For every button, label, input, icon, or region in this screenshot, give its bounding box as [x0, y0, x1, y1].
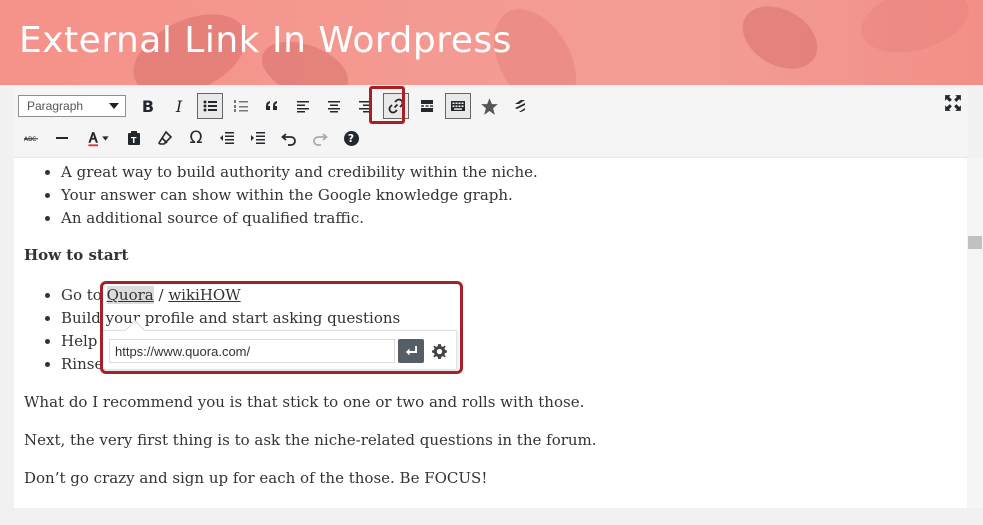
align-left-icon	[297, 101, 309, 113]
format-select[interactable]: Paragraph	[18, 95, 126, 117]
plugin-button[interactable]	[507, 93, 533, 119]
help-button[interactable]: ?	[338, 125, 364, 151]
bold-button[interactable]: B	[135, 93, 161, 119]
list-item: A great way to build authority and credi…	[61, 161, 538, 184]
blockquote-icon	[266, 101, 277, 110]
paragraph: What do I recommend you is that stick to…	[24, 393, 585, 411]
fullscreen-icon	[945, 95, 961, 111]
list-item: An additional source of qualified traffi…	[61, 207, 538, 230]
plugin-icon	[515, 100, 525, 112]
enter-icon	[406, 346, 417, 356]
strikethrough-button[interactable]: ABC	[18, 125, 44, 151]
svg-text:ABC: ABC	[24, 136, 36, 143]
numbered-list-button[interactable]	[228, 93, 254, 119]
banner: External Link In Wordpress	[0, 0, 983, 85]
indent-icon	[251, 132, 265, 144]
quora-link[interactable]: Quora	[106, 286, 154, 304]
link-options-button[interactable]	[429, 341, 449, 361]
outdent-icon	[220, 132, 234, 144]
align-center-button[interactable]	[321, 93, 347, 119]
align-right-icon	[359, 101, 371, 113]
clear-formatting-icon	[157, 130, 173, 145]
italic-icon: I	[175, 96, 183, 116]
list-item: Your answer can show within the Google k…	[61, 184, 538, 207]
svg-text:T: T	[131, 136, 137, 145]
toolbar-toggle-button[interactable]	[445, 93, 471, 119]
italic-button[interactable]: I	[166, 93, 192, 119]
paste-text-button[interactable]: T	[121, 125, 147, 151]
align-left-button[interactable]	[290, 93, 316, 119]
redo-button[interactable]	[307, 125, 333, 151]
list-item: Build your profile and start asking ques…	[61, 307, 400, 330]
banner-title: External Link In Wordpress	[19, 20, 512, 61]
undo-button[interactable]	[276, 125, 302, 151]
clear-formatting-button[interactable]	[152, 125, 178, 151]
gear-icon	[431, 343, 447, 359]
list-item: Go to Quora / wikiHOW	[61, 284, 400, 307]
wikihow-link[interactable]: wikiHOW	[168, 286, 240, 304]
paragraph: Don’t go crazy and sign up for each of t…	[24, 469, 488, 487]
link-separator: /	[153, 286, 169, 304]
align-center-icon	[328, 101, 340, 113]
scrollbar-thumb[interactable]	[968, 236, 982, 249]
text-color-button[interactable]	[80, 125, 116, 151]
redo-icon	[313, 133, 328, 146]
text-color-icon	[88, 131, 109, 146]
special-character-button[interactable]: Ω	[183, 125, 209, 151]
horizontal-line-icon	[56, 137, 68, 139]
toolbar-toggle-icon	[451, 101, 465, 111]
bullet-list-button[interactable]	[197, 93, 223, 119]
list-item-prefix: Go to	[61, 286, 107, 304]
link-popover	[101, 320, 457, 370]
paste-text-icon: T	[128, 131, 140, 145]
scrollbar[interactable]	[967, 158, 983, 508]
star-icon	[480, 97, 498, 115]
outdent-button[interactable]	[214, 125, 240, 151]
paragraph: Next, the very first thing is to ask the…	[24, 431, 597, 449]
horizontal-line-button[interactable]	[49, 125, 75, 151]
insert-link-button[interactable]	[383, 93, 409, 119]
toolbar-row-1: Paragraph B I	[18, 91, 538, 121]
blockquote-button[interactable]	[259, 93, 285, 119]
section-heading: How to start	[24, 246, 129, 264]
align-right-button[interactable]	[352, 93, 378, 119]
help-icon: ?	[343, 130, 359, 146]
bullet-list-icon	[203, 100, 217, 112]
fullscreen-button[interactable]	[944, 94, 964, 114]
undo-icon	[281, 133, 296, 146]
star-button[interactable]	[476, 93, 502, 119]
link-url-input[interactable]	[109, 339, 395, 363]
read-more-icon	[421, 100, 433, 112]
editor-toolbar: Paragraph B I ABC T Ω ?	[14, 88, 968, 158]
chevron-down-icon	[109, 103, 119, 109]
link-icon	[388, 98, 404, 114]
omega-icon: Ω	[189, 128, 203, 148]
format-select-label: Paragraph	[27, 99, 84, 113]
benefits-list: A great way to build authority and credi…	[14, 161, 538, 230]
strikethrough-icon: ABC	[24, 136, 38, 143]
toolbar-row-2: ABC T Ω ?	[18, 123, 369, 153]
indent-button[interactable]	[245, 125, 271, 151]
apply-link-button[interactable]	[398, 339, 424, 363]
read-more-button[interactable]	[414, 93, 440, 119]
bold-icon: B	[141, 96, 155, 116]
numbered-list-icon	[234, 100, 248, 112]
